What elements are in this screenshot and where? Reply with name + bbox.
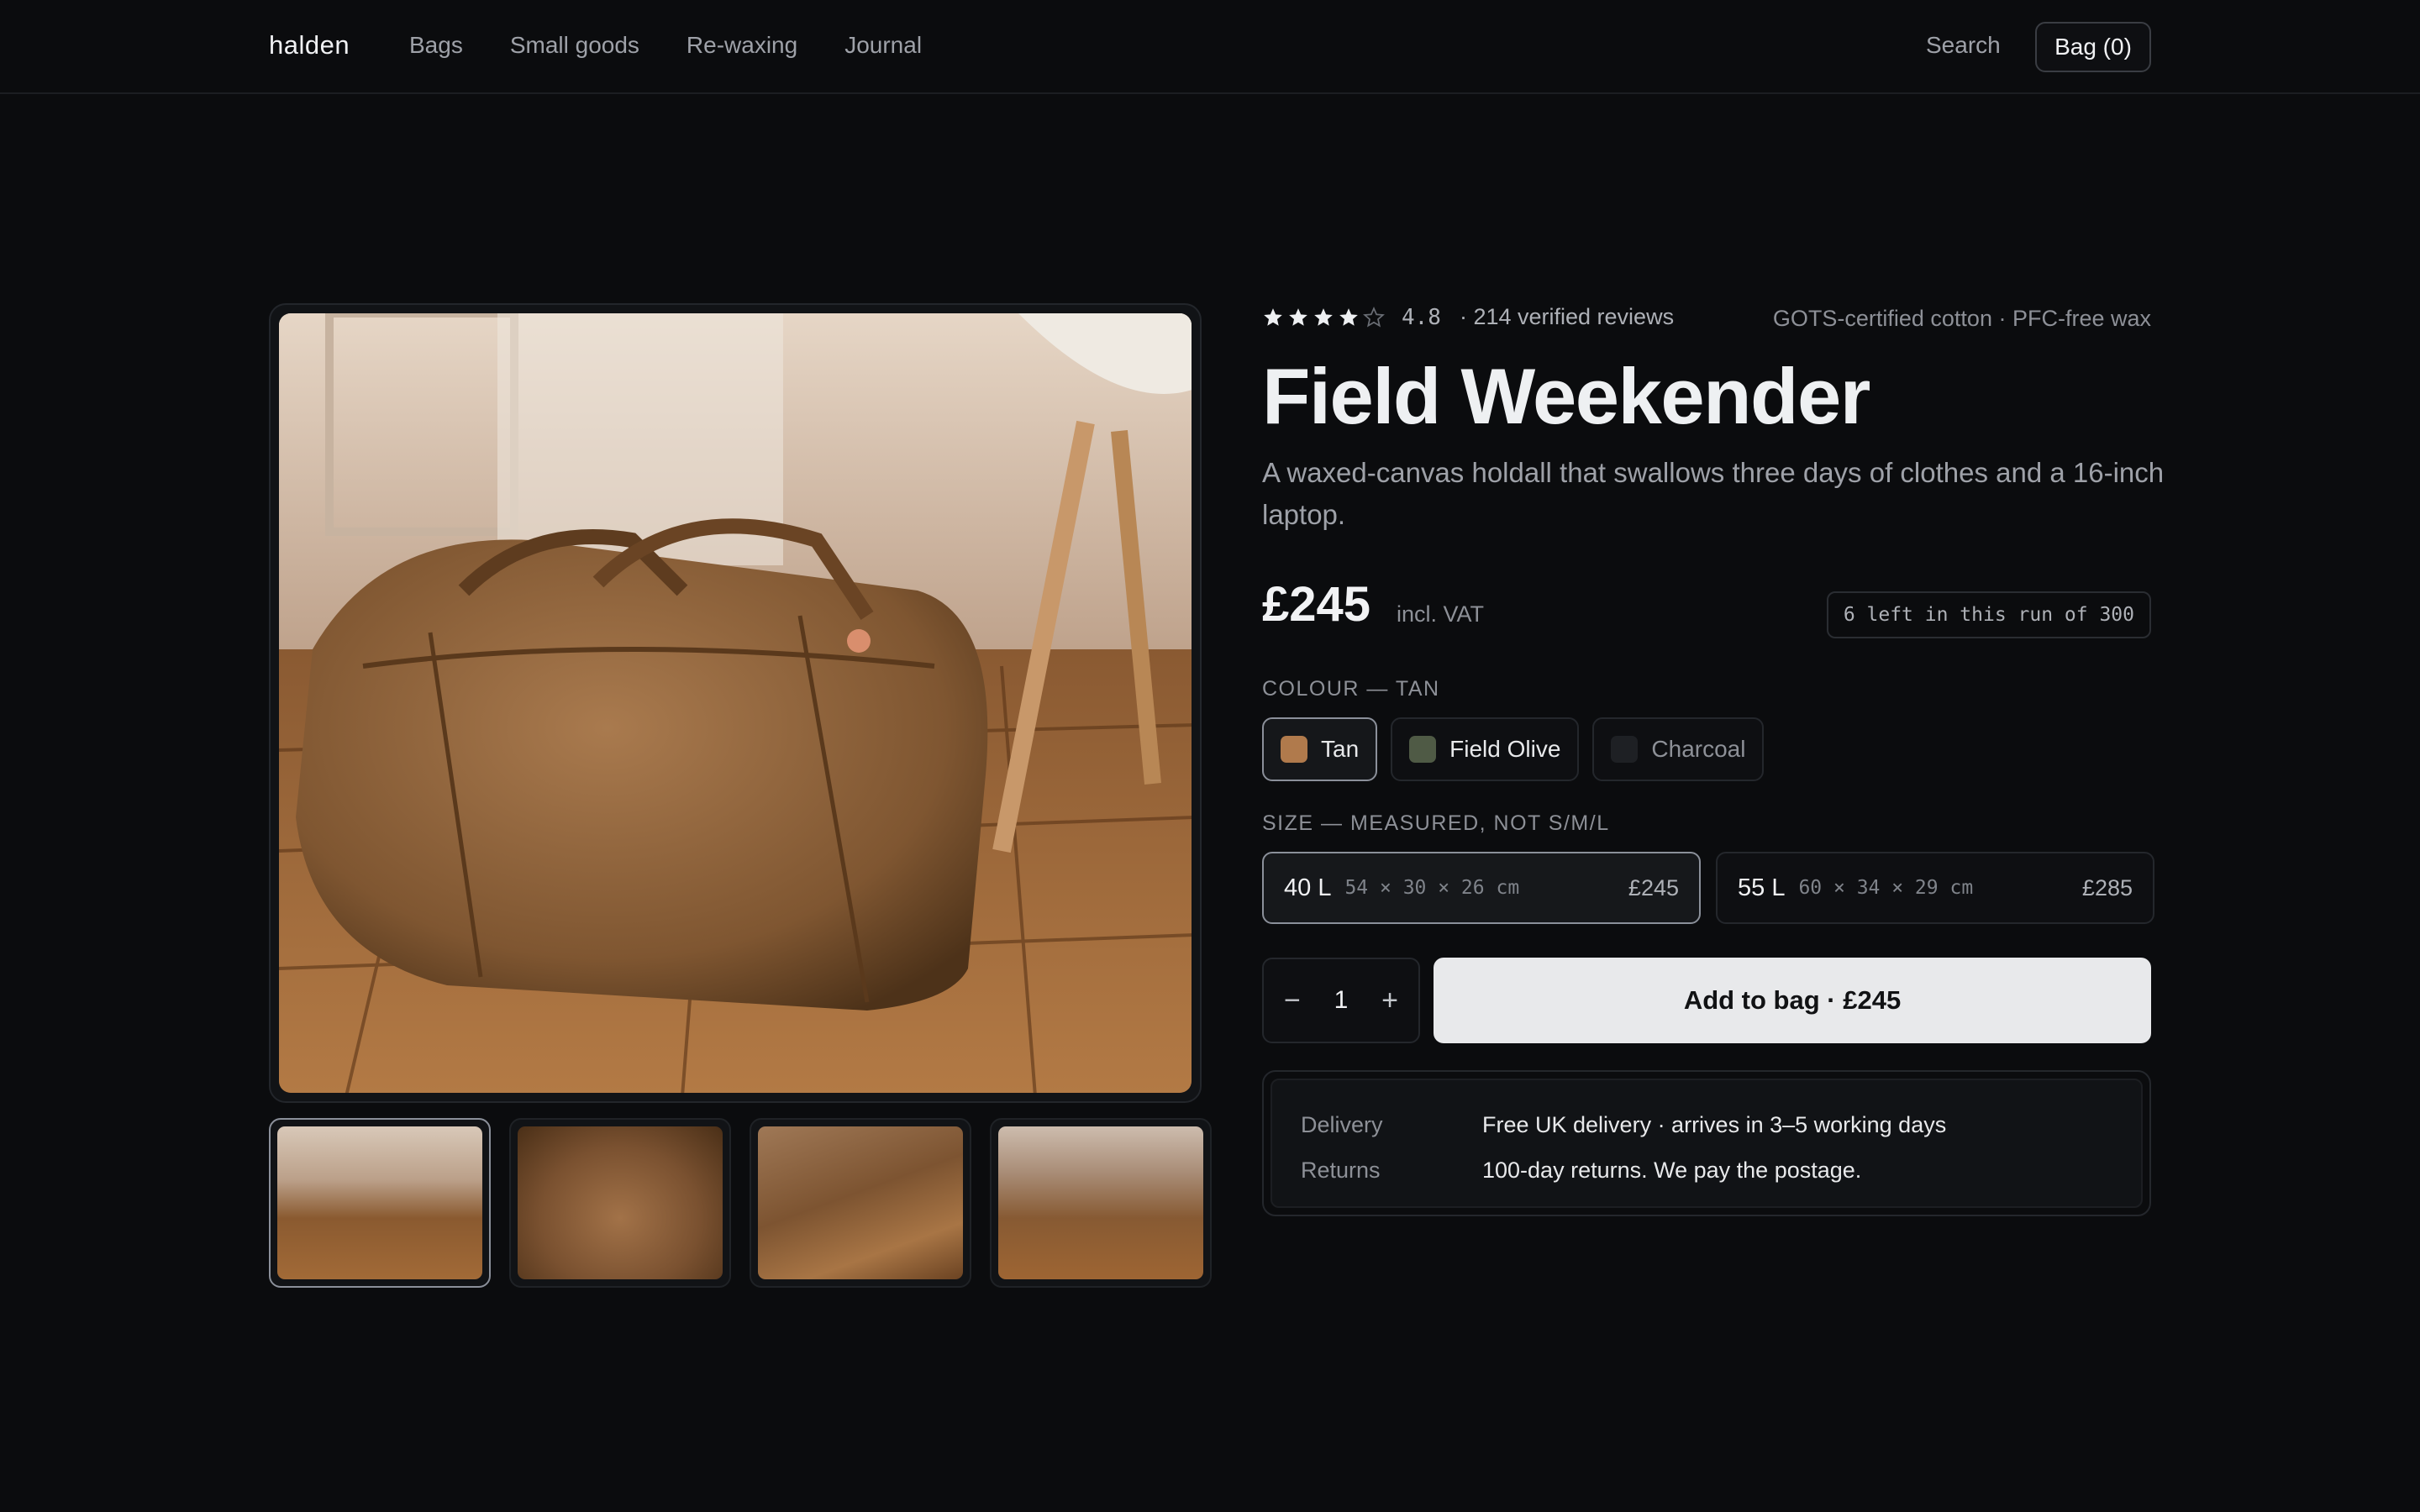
colour-options: Tan Field Olive Charcoal	[1262, 717, 1765, 781]
size-options: 40 L 54 × 30 × 26 cm £245 55 L 60 × 34 ×…	[1262, 852, 2154, 924]
search-link[interactable]: Search	[1926, 32, 2001, 59]
decrease-quantity-button[interactable]: −	[1284, 984, 1301, 1017]
delivery-key: Delivery	[1301, 1111, 1383, 1137]
swatch-charcoal	[1611, 736, 1639, 763]
star-filled-icon	[1314, 307, 1333, 326]
quantity-stepper: − 1 +	[1262, 958, 1420, 1043]
thumbnail-image	[998, 1126, 1203, 1279]
nav-link-re-waxing[interactable]: Re-waxing	[687, 32, 797, 59]
product-title: Field Weekender	[1262, 352, 1870, 440]
top-nav-bar: halden Bags Small goods Re-waxing Journa…	[0, 0, 2420, 94]
thumbnail-image	[277, 1126, 482, 1279]
returns-key: Returns	[1301, 1157, 1381, 1183]
vat-note: incl. VAT	[1397, 601, 1485, 627]
thumbnail-1[interactable]	[269, 1118, 491, 1288]
quantity-value[interactable]: 1	[1334, 986, 1349, 1015]
nav-link-bags[interactable]: Bags	[409, 32, 463, 59]
star-filled-icon	[1264, 307, 1282, 326]
duffel-bag-illustration	[279, 313, 1192, 1093]
size-price: £285	[2081, 874, 2133, 900]
duffel-bag-photo	[279, 313, 1192, 1093]
size-label: SIZE — MEASURED, NOT S/M/L	[1262, 811, 1610, 835]
thumbnail-4[interactable]	[990, 1118, 1212, 1288]
certifications: GOTS-certified cotton · PFC-free wax	[1772, 306, 2151, 331]
size-price: £245	[1628, 874, 1679, 900]
size-dimensions: 54 × 30 × 26 cm	[1344, 877, 1520, 899]
colour-option-label: Charcoal	[1651, 736, 1746, 762]
nav-link-journal[interactable]: Journal	[844, 32, 922, 59]
thumbnail-strip	[269, 1118, 1212, 1288]
main-nav: Bags Small goods Re-waxing Journal	[409, 32, 969, 59]
product-main-image	[269, 303, 1202, 1103]
add-to-bag-button[interactable]: Add to bag · £245	[1434, 958, 2151, 1043]
colour-option-label: Tan	[1321, 736, 1360, 762]
colour-option-label: Field Olive	[1449, 736, 1561, 762]
star-rating	[1262, 306, 1385, 328]
rating-value: 4.8	[1402, 304, 1441, 330]
thumbnail-image	[518, 1126, 723, 1279]
swatch-field-olive	[1409, 736, 1437, 763]
size-option-55l[interactable]: 55 L 60 × 34 × 29 cm £285	[1716, 852, 2154, 924]
delivery-returns-panel: Delivery Free UK delivery · arrives in 3…	[1262, 1070, 2151, 1216]
brand-logo[interactable]: halden	[269, 30, 350, 60]
delivery-returns-inner: Delivery Free UK delivery · arrives in 3…	[1270, 1079, 2143, 1208]
colour-label: COLOUR — TAN	[1262, 677, 1440, 701]
product-price: £245	[1262, 577, 1371, 632]
product-description: A waxed-canvas holdall that swallows thr…	[1262, 457, 2165, 530]
review-count[interactable]: · 214 verified reviews	[1460, 304, 1674, 330]
stock-badge: 6 left in this run of 300	[1826, 591, 2151, 638]
rating-summary[interactable]: 4.8 · 214 verified reviews	[1262, 304, 1674, 330]
swatch-tan	[1281, 736, 1307, 763]
returns-row: Returns 100-day returns. We pay the post…	[1301, 1147, 2112, 1193]
returns-value: 100-day returns. We pay the postage.	[1482, 1157, 1862, 1183]
increase-quantity-button[interactable]: +	[1381, 984, 1398, 1017]
star-filled-icon	[1339, 307, 1358, 326]
size-dimensions: 60 × 34 × 29 cm	[1798, 877, 1974, 899]
delivery-value: Free UK delivery · arrives in 3–5 workin…	[1482, 1111, 1947, 1137]
size-volume: 40 L	[1284, 874, 1332, 901]
colour-option-field-olive[interactable]: Field Olive	[1391, 717, 1580, 781]
colour-option-charcoal[interactable]: Charcoal	[1592, 717, 1765, 781]
size-volume: 55 L	[1738, 874, 1786, 901]
delivery-row: Delivery Free UK delivery · arrives in 3…	[1301, 1102, 2112, 1147]
star-empty-icon	[1363, 306, 1385, 328]
size-option-40l[interactable]: 40 L 54 × 30 × 26 cm £245	[1262, 852, 1701, 924]
thumbnail-2[interactable]	[509, 1118, 731, 1288]
star-filled-icon	[1289, 307, 1307, 326]
thumbnail-3[interactable]	[750, 1118, 971, 1288]
bag-button[interactable]: Bag (0)	[2035, 22, 2151, 72]
colour-option-tan[interactable]: Tan	[1262, 717, 1378, 781]
thumbnail-image	[758, 1126, 963, 1279]
nav-link-small-goods[interactable]: Small goods	[510, 32, 639, 59]
